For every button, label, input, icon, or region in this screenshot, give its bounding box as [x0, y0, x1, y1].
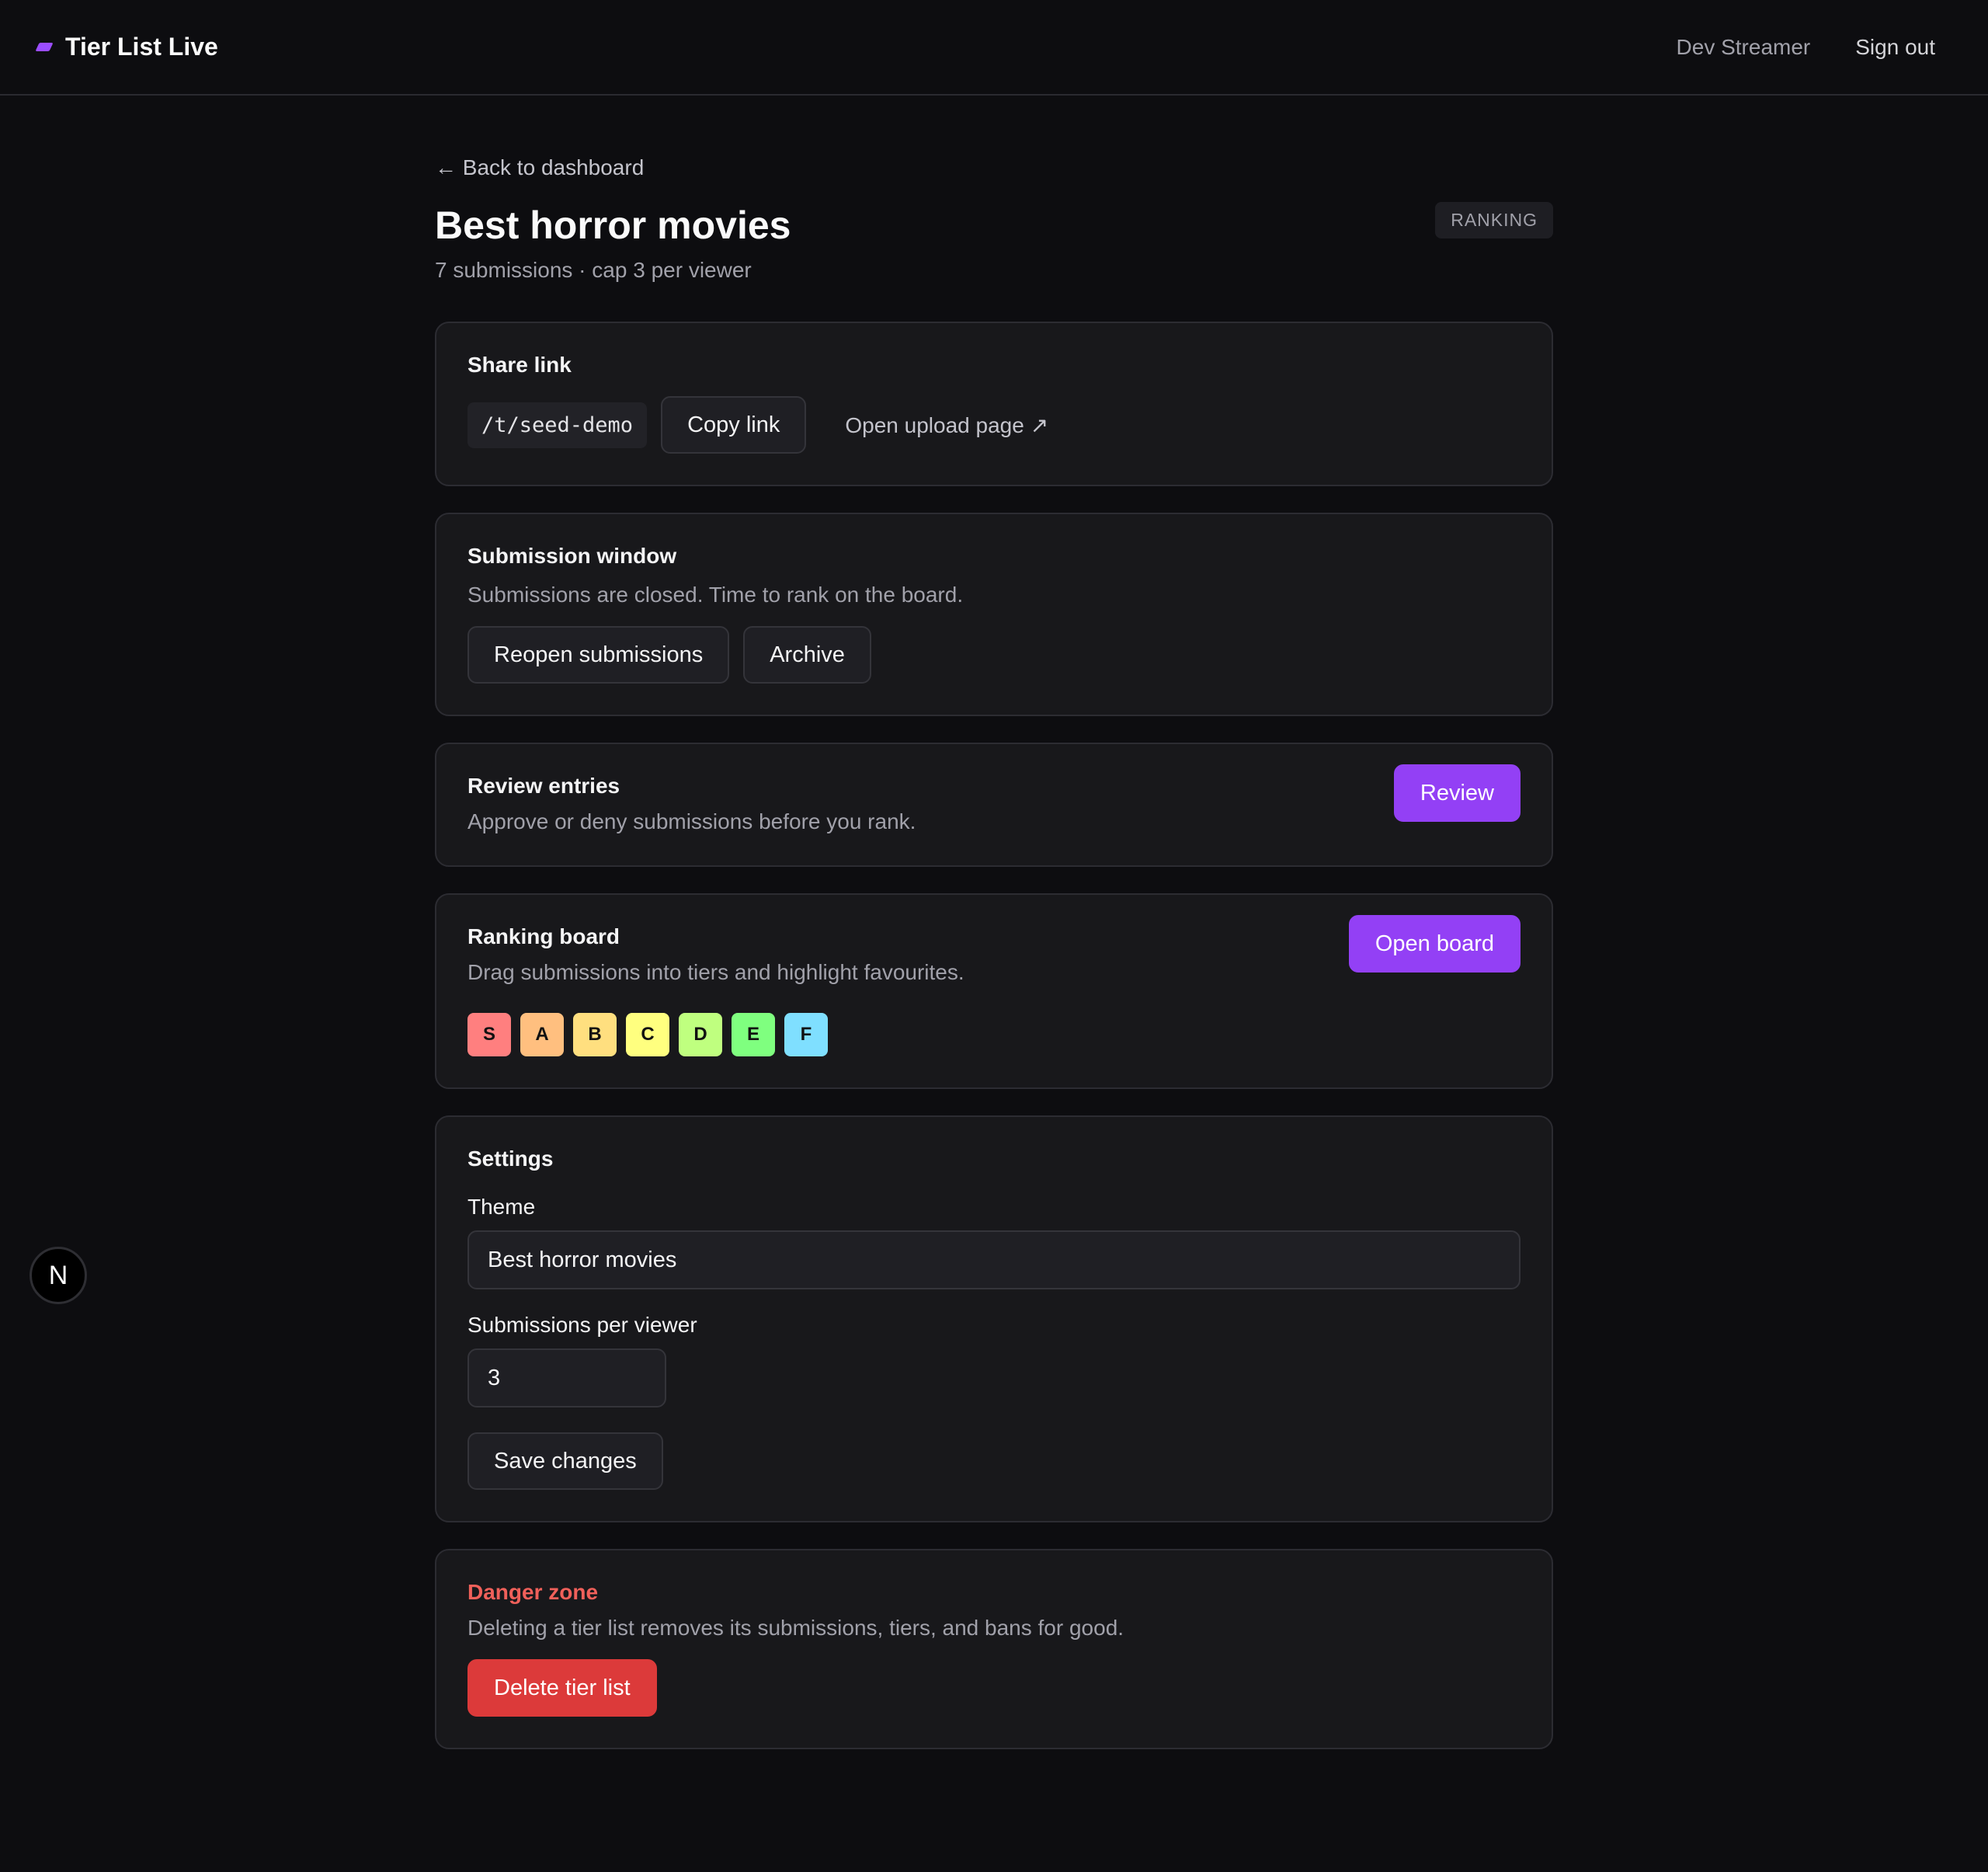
brand[interactable]: Tier List Live: [35, 33, 218, 61]
share-link-title: Share link: [467, 353, 572, 377]
top-bar: Tier List Live Dev Streamer Sign out: [0, 0, 1988, 96]
tier-chip-e: E: [732, 1013, 775, 1056]
settings-card: Settings Theme Submissions per viewer Sa…: [435, 1115, 1553, 1522]
ranking-board-header: Ranking board Drag submissions into tier…: [467, 915, 1521, 985]
copy-link-button[interactable]: Copy link: [661, 396, 807, 454]
submission-window-description: Submissions are closed. Time to rank on …: [467, 583, 964, 607]
reopen-submissions-button[interactable]: Reopen submissions: [467, 626, 730, 684]
back-to-dashboard-link[interactable]: ← Back to dashboard: [435, 155, 644, 180]
user-name: Dev Streamer: [1676, 34, 1811, 59]
submission-window-title: Submission window: [467, 544, 677, 568]
ranking-board-card: Ranking board Drag submissions into tier…: [435, 893, 1553, 1089]
ranking-board-title: Ranking board: [467, 924, 620, 948]
brand-logo-icon: [35, 43, 54, 51]
danger-zone-actions: Delete tier list: [467, 1659, 1521, 1717]
danger-zone-title: Danger zone: [467, 1580, 599, 1604]
title-row: Best horror movies RANKING: [435, 202, 1553, 249]
danger-zone-card: Danger zone Deleting a tier list removes…: [435, 1549, 1553, 1749]
review-entries-title: Review entries: [467, 774, 620, 798]
open-upload-page-link[interactable]: Open upload page ↗: [845, 412, 1048, 438]
ranking-board-text: Ranking board Drag submissions into tier…: [467, 924, 964, 985]
per-viewer-label: Submissions per viewer: [467, 1313, 697, 1337]
review-entries-description: Approve or deny submissions before you r…: [467, 809, 916, 833]
settings-actions: Save changes: [467, 1432, 1521, 1490]
review-button[interactable]: Review: [1393, 764, 1521, 822]
tier-chip-d: D: [679, 1013, 722, 1056]
user-menu: Dev Streamer Sign out: [1677, 35, 1935, 60]
review-entries-text: Review entries Approve or deny submissio…: [467, 774, 916, 834]
status-badge: RANKING: [1435, 202, 1553, 238]
tier-chip-b: B: [573, 1013, 617, 1056]
page-subtitle: 7 submissions · cap 3 per viewer: [435, 258, 752, 282]
tier-chip-c: C: [626, 1013, 669, 1056]
save-changes-button[interactable]: Save changes: [467, 1432, 663, 1490]
dev-tools-badge-icon[interactable]: N: [30, 1247, 87, 1304]
share-link-row: /t/seed-demo Copy link Open upload page …: [467, 396, 1521, 454]
theme-input[interactable]: [467, 1230, 1521, 1289]
sign-out-button[interactable]: Sign out: [1855, 35, 1935, 60]
per-viewer-input[interactable]: [467, 1348, 666, 1407]
open-board-button[interactable]: Open board: [1348, 915, 1521, 973]
settings-title: Settings: [467, 1147, 554, 1171]
tier-chips: SABCDEF: [467, 1013, 1521, 1056]
page-title: Best horror movies: [435, 204, 791, 247]
archive-button[interactable]: Archive: [743, 626, 871, 684]
submission-window-card: Submission window Submissions are closed…: [435, 513, 1553, 716]
theme-label: Theme: [467, 1195, 536, 1219]
danger-zone-description: Deleting a tier list removes its submiss…: [467, 1616, 1124, 1640]
submission-window-actions: Reopen submissions Archive: [467, 626, 1521, 684]
delete-tier-list-button[interactable]: Delete tier list: [467, 1659, 657, 1717]
share-path: /t/seed-demo: [467, 402, 648, 448]
main-content: ← Back to dashboard Best horror movies R…: [435, 155, 1553, 1749]
review-entries-card: Review entries Approve or deny submissio…: [435, 743, 1553, 867]
share-link-card: Share link /t/seed-demo Copy link Open u…: [435, 322, 1553, 486]
brand-name: Tier List Live: [65, 33, 218, 61]
tier-chip-a: A: [520, 1013, 564, 1056]
ranking-board-description: Drag submissions into tiers and highligh…: [467, 960, 964, 984]
tier-chip-s: S: [467, 1013, 511, 1056]
tier-chip-f: F: [784, 1013, 828, 1056]
